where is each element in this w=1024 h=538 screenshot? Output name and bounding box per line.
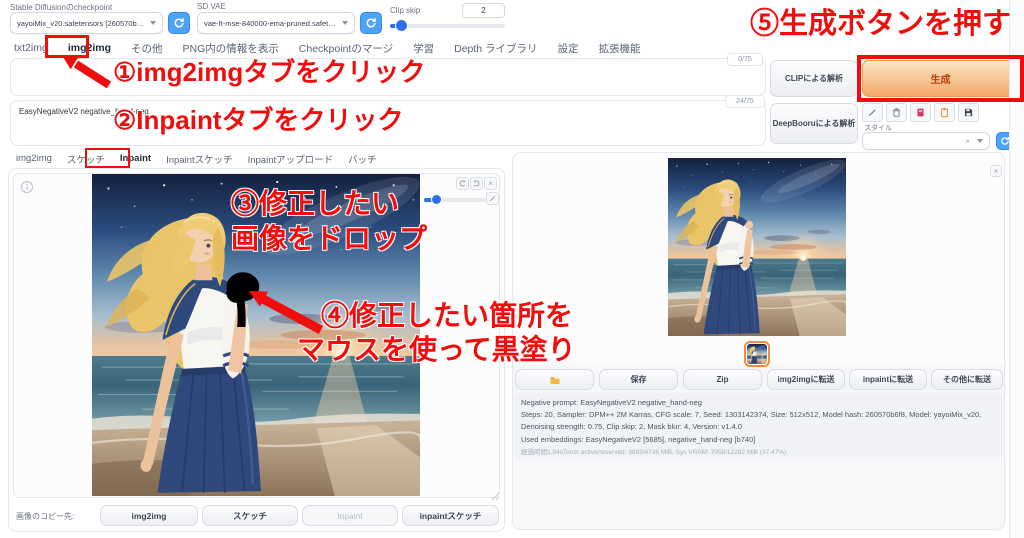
extra-networks-button[interactable]: [910, 103, 931, 122]
annotation-step4-line1: ④修正したい箇所を: [321, 300, 573, 331]
tab-img2img[interactable]: img2img: [68, 42, 111, 54]
brush-size-slider-handle[interactable]: [432, 195, 441, 204]
caret-down-icon: [150, 21, 156, 25]
vae-dropdown[interactable]: vae-ft-mse-840000-ema-pruned.safetensors: [197, 12, 355, 34]
tab-checkpoint-merger[interactable]: Checkpointのマージ: [299, 41, 393, 56]
itab-inpaint[interactable]: Inpaint: [120, 153, 151, 164]
trash-icon: [891, 107, 902, 118]
resize-handle-icon[interactable]: [490, 488, 500, 498]
generate-button[interactable]: 生成: [862, 60, 1019, 97]
info-performance: 経過時間1.94sTorch active/reserved: 3883/473…: [521, 447, 999, 459]
clear-prompt-button[interactable]: [886, 103, 907, 122]
copy-to-inpaint-button[interactable]: Inpaint: [302, 505, 398, 526]
annotation-step3-line1: ③修正したい: [231, 188, 399, 219]
close-gallery-button[interactable]: ×: [990, 165, 1002, 177]
itab-img2img[interactable]: img2img: [16, 153, 52, 164]
itab-inpaint-sketch[interactable]: Inpaintスケッチ: [166, 152, 233, 166]
refresh-icon: [365, 17, 377, 29]
tab-train[interactable]: 学習: [413, 41, 434, 56]
copy-to-img2img-button[interactable]: img2img: [100, 505, 198, 526]
clear-icon[interactable]: ×: [965, 137, 970, 146]
caret-down-icon: [342, 21, 348, 25]
annotation-step2: ②Inpaintタブをクリック: [113, 106, 404, 135]
info-negative-prompt: Negative prompt: EasyNegativeV2 negative…: [521, 397, 999, 409]
send-to-extras-button[interactable]: その他に転送: [931, 369, 1003, 390]
skip-pencil-button[interactable]: [862, 103, 883, 122]
info-icon: i: [21, 181, 33, 193]
result-image[interactable]: [668, 158, 846, 336]
itab-inpaint-upload[interactable]: Inpaintアップロード: [248, 152, 334, 166]
tab-depth-library[interactable]: Depth ライブラリ: [454, 41, 537, 56]
style-dropdown[interactable]: ×: [862, 132, 990, 150]
tab-extensions[interactable]: 拡張機能: [599, 41, 641, 56]
annotation-step4-line2: マウスを使って黒塗り: [297, 334, 576, 365]
tab-settings[interactable]: 設定: [558, 41, 579, 56]
redo-icon: [472, 179, 481, 188]
save-style-button[interactable]: [958, 103, 979, 122]
info-used-embeddings: Used embeddings: EasyNegativeV2 [5685], …: [521, 434, 999, 446]
save-button[interactable]: 保存: [599, 369, 678, 390]
send-to-img2img-button[interactable]: img2imgに転送: [767, 369, 845, 390]
zip-button[interactable]: Zip: [683, 369, 762, 390]
vae-value: vae-ft-mse-840000-ema-pruned.safetensors: [204, 19, 338, 28]
result-thumbnail-image: [747, 344, 767, 364]
copy-to-label: 画像のコピー先:: [16, 511, 74, 522]
checkpoint-dropdown[interactable]: yayoiMix_v20.safetensors [260570b6f8]: [10, 12, 163, 34]
clipboard-icon: [939, 107, 950, 118]
interrogate-deepbooru-button[interactable]: DeepBooruによる解析: [770, 103, 858, 144]
clip-skip-slider[interactable]: [390, 24, 505, 28]
refresh-icon: [173, 17, 185, 29]
redo-button[interactable]: [470, 177, 483, 190]
copy-to-inpaint-sketch-button[interactable]: inpaintスケッチ: [402, 505, 499, 526]
send-to-inpaint-button[interactable]: inpaintに転送: [849, 369, 927, 390]
prompt-token-counter: 0/75: [727, 53, 763, 66]
card-icon: [915, 107, 926, 118]
caret-down-icon: [977, 139, 983, 143]
undo-icon: [458, 179, 467, 188]
close-icon: ×: [994, 167, 999, 176]
clip-skip-value-input[interactable]: 2: [462, 3, 505, 18]
vae-label: SD VAE: [197, 2, 226, 11]
itab-batch[interactable]: バッチ: [348, 152, 377, 166]
tab-txt2img[interactable]: txt2img: [14, 42, 48, 54]
negative-token-counter: 24/75: [725, 95, 765, 108]
pencil-icon: [867, 107, 878, 118]
img2img-mode-tab-bar: img2img スケッチ Inpaint Inpaintスケッチ Inpaint…: [16, 151, 377, 166]
paste-generation-params-button[interactable]: [934, 103, 955, 122]
tab-png-info[interactable]: PNG内の情報を表示: [183, 41, 279, 56]
clear-image-button[interactable]: ×: [484, 177, 497, 190]
copy-to-sketch-button[interactable]: スケッチ: [202, 505, 298, 526]
open-folder-button[interactable]: [515, 369, 594, 390]
undo-button[interactable]: [456, 177, 469, 190]
info-generation-params: Steps: 20, Sampler: DPM++ 2M Karras, CFG…: [521, 409, 999, 433]
clip-skip-label: Clip skip: [390, 6, 420, 15]
annotation-step5: ⑤生成ボタンを押す: [750, 8, 1011, 40]
scrollbar-track[interactable]: [1009, 0, 1024, 538]
tab-extras[interactable]: その他: [131, 41, 163, 56]
clear-icon: ×: [488, 179, 493, 188]
main-tab-bar: txt2img img2img その他 PNG内の情報を表示 Checkpoin…: [14, 40, 641, 56]
annotation-step1: ①img2imgタブをクリック: [113, 58, 425, 87]
checkpoint-value: yayoiMix_v20.safetensors [260570b6f8]: [17, 19, 146, 28]
checkpoint-refresh-button[interactable]: [168, 12, 190, 34]
itab-sketch[interactable]: スケッチ: [67, 152, 105, 166]
folder-icon: [549, 374, 561, 386]
interrogate-clip-button[interactable]: CLIPによる解析: [770, 60, 858, 97]
brush-icon: [488, 194, 497, 203]
stable-diffusion-webui: Stable Diffusionのcheckpoint yayoiMix_v20…: [0, 0, 1024, 538]
brush-button[interactable]: [486, 192, 499, 205]
save-icon: [963, 107, 974, 118]
annotation-step3-line2: 画像をドロップ: [231, 223, 427, 254]
vae-refresh-button[interactable]: [360, 12, 382, 34]
result-thumbnail[interactable]: [744, 341, 770, 367]
clip-skip-slider-handle[interactable]: [396, 20, 407, 31]
